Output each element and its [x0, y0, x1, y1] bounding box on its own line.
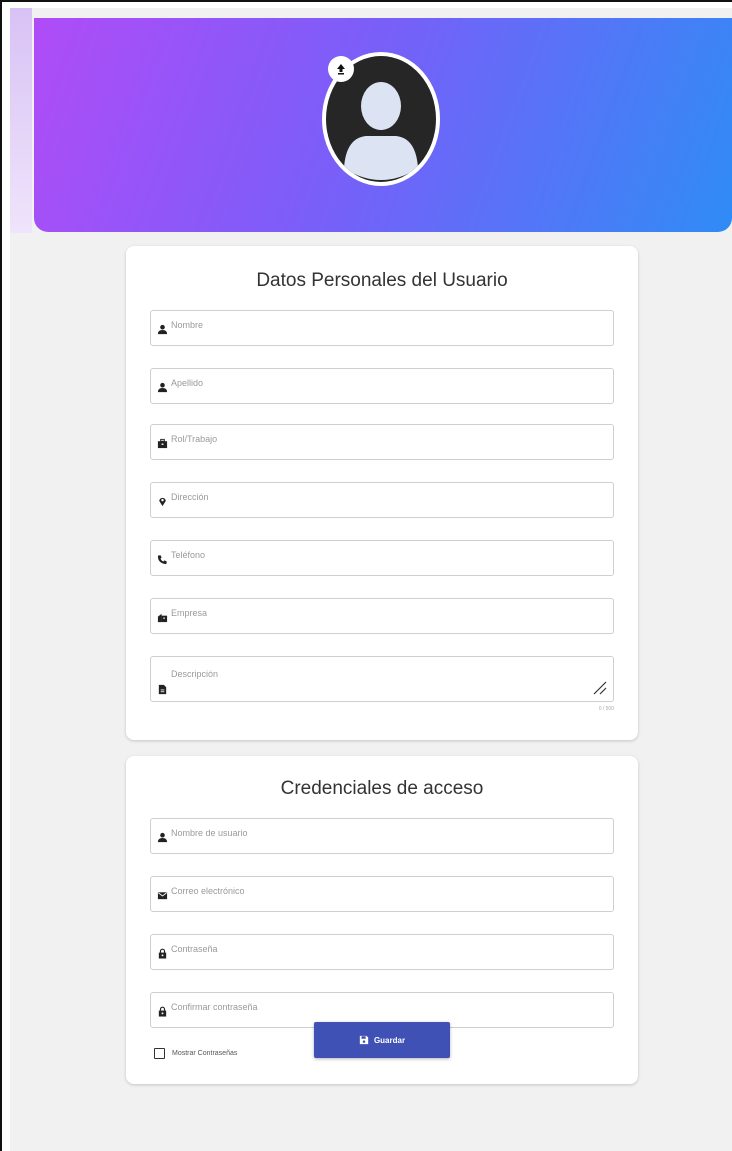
briefcase-icon	[157, 438, 168, 449]
password-placeholder: Contraseña	[171, 944, 218, 954]
apellido-field[interactable]: Apellido	[150, 368, 614, 404]
personal-data-title: Datos Personales del Usuario	[256, 270, 508, 291]
rol-field[interactable]: Rol/Trabajo	[150, 424, 614, 460]
apellido-placeholder: Apellido	[171, 378, 204, 388]
credentials-title: Credenciales de acceso	[280, 778, 484, 799]
lock-icon	[158, 948, 167, 959]
side-strip	[10, 8, 32, 233]
usuario-field[interactable]: Nombre de usuario	[150, 818, 614, 854]
description-char-counter: 0 / 500	[598, 706, 614, 712]
usuario-placeholder: Nombre de usuario	[171, 828, 248, 838]
mail-icon	[157, 892, 168, 900]
correo-field[interactable]: Correo electrónico	[150, 876, 614, 912]
resize-handle-icon[interactable]	[591, 679, 607, 695]
correo-placeholder: Correo electrónico	[171, 886, 245, 896]
upload-photo-button[interactable]	[328, 56, 354, 82]
direccion-placeholder: Dirección	[171, 492, 209, 502]
upload-arrow-icon	[337, 64, 345, 75]
save-button[interactable]: Guardar	[314, 1022, 450, 1058]
save-icon	[359, 1035, 369, 1045]
telefono-placeholder: Teléfono	[171, 550, 206, 560]
password-field[interactable]: Contraseña	[150, 934, 614, 970]
person-icon	[157, 832, 168, 843]
nombre-field[interactable]: Nombre	[150, 310, 614, 346]
show-passwords-toggle[interactable]: Mostrar Contraseñas	[154, 1046, 237, 1060]
person-icon	[157, 382, 168, 393]
nombre-placeholder: Nombre	[171, 320, 204, 330]
descripcion-placeholder: Descripción	[171, 669, 219, 679]
descripcion-textarea[interactable]: Descripción	[150, 656, 614, 702]
save-label: Guardar	[373, 1035, 406, 1045]
telefono-field[interactable]: Teléfono	[150, 540, 614, 576]
direccion-field[interactable]: Dirección	[150, 482, 614, 518]
location-pin-icon	[159, 497, 166, 507]
show-passwords-label: Mostrar Contraseñas	[172, 1049, 238, 1057]
page: Datos Personales del Usuario Nombre Apel…	[10, 8, 732, 1151]
document-icon	[158, 684, 167, 695]
empresa-field[interactable]: Empresa	[150, 598, 614, 634]
lock-icon	[158, 1006, 167, 1017]
person-icon	[157, 324, 168, 335]
phone-icon	[157, 555, 167, 565]
personal-data-card: Datos Personales del Usuario Nombre Apel…	[126, 246, 638, 740]
empresa-placeholder: Empresa	[171, 608, 208, 618]
confirm-password-placeholder: Confirmar contraseña	[171, 1002, 258, 1012]
rol-placeholder: Rol/Trabajo	[171, 434, 218, 444]
building-icon	[157, 613, 168, 623]
show-passwords-checkbox[interactable]	[154, 1047, 165, 1059]
